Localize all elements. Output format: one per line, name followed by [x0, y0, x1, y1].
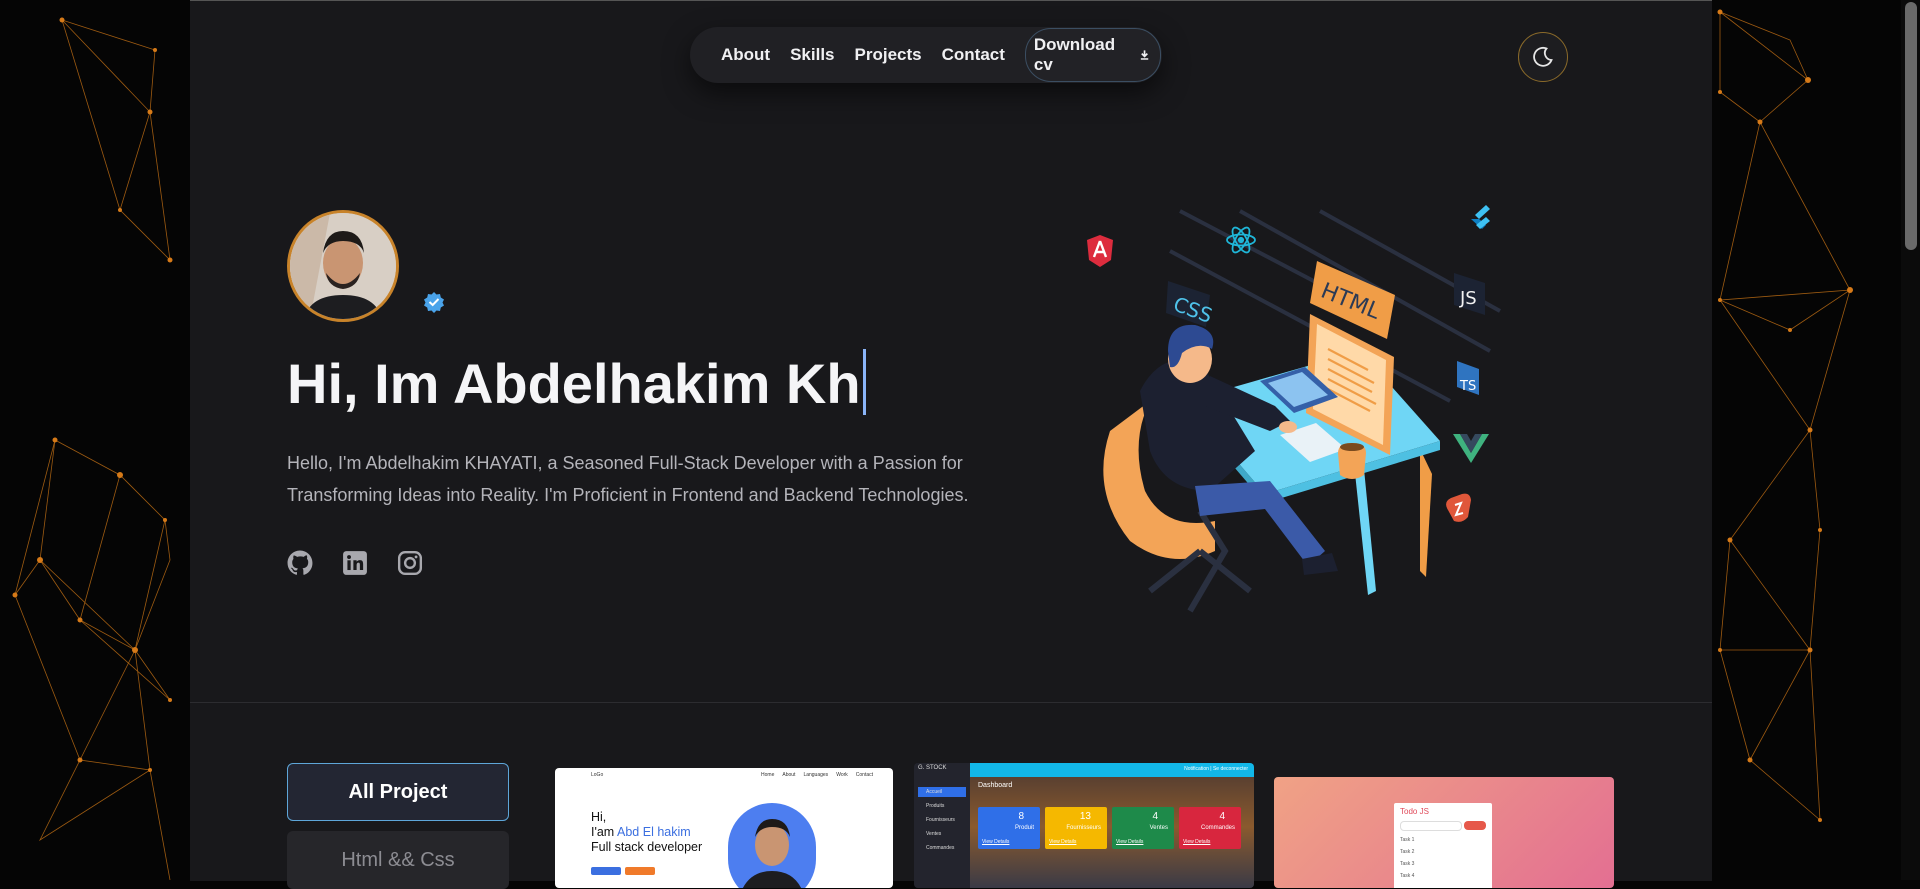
top-navigation: About Skills Projects Contact Download c…	[690, 27, 1162, 83]
tile-label: Commandes	[1200, 825, 1235, 831]
network-decoration-right	[1717, 9, 1853, 822]
hero-title: Hi, Im Abdelhakim Kh	[287, 349, 866, 416]
card2-menu-produits: Produits	[926, 803, 945, 809]
social-links	[287, 550, 423, 576]
js-badge: JS	[1454, 273, 1485, 315]
portfolio-page: About Skills Projects Contact Download c…	[190, 0, 1712, 889]
filter-all-project[interactable]: All Project	[287, 763, 509, 821]
card1-nav-contact: Contact	[855, 772, 873, 778]
card1-nav-work: Work	[836, 772, 848, 778]
card3-add-button	[1464, 821, 1486, 830]
card2-topbar: Notification | Se deconnecter	[970, 763, 1254, 777]
card2-menu-fournisseurs: Fournisseurs	[926, 817, 955, 823]
nav-link-skills[interactable]: Skills	[790, 45, 834, 65]
scrollbar-thumb[interactable]	[1905, 2, 1917, 250]
tile-value: 8	[1018, 811, 1024, 822]
card1-logo: LoGo	[591, 772, 604, 778]
avatar	[287, 210, 399, 322]
card2-brand: G. STOCK	[918, 765, 947, 771]
github-icon[interactable]	[287, 550, 313, 576]
card3-todo-panel: Todo JS Task 1 Task 2 Task 3 Task 4	[1394, 803, 1492, 888]
card1-line2-prefix: I'am	[591, 825, 618, 839]
card2-tile-produit: 8 Produit View Details	[978, 807, 1040, 849]
card2-sidebar: G. STOCK Accueil Produits Fournisseurs V…	[914, 763, 970, 888]
tile-label: Produit	[1014, 825, 1034, 831]
download-icon	[1140, 50, 1149, 60]
angular-icon	[1087, 235, 1113, 267]
ts-label: TS	[1459, 379, 1476, 394]
project-filters: All Project Html && Css	[287, 763, 509, 889]
nav-link-about[interactable]: About	[721, 45, 770, 65]
card3-input	[1400, 821, 1462, 831]
network-decoration-left	[12, 17, 173, 880]
tile-value: 4	[1152, 811, 1158, 822]
card2-menu-ventes: Ventes	[926, 831, 942, 837]
svelte-icon	[1446, 493, 1471, 522]
card3-task-2: Task 2	[1400, 849, 1415, 855]
card1-button-secondary	[625, 867, 655, 875]
tile-link: View Details	[1183, 839, 1211, 845]
section-divider	[190, 702, 1712, 703]
card1-nav-about: About	[782, 772, 796, 778]
developer-illustration: CSS HTML JS TS	[1087, 205, 1501, 613]
card1-nav: LoGo Home About Languages Work Contact	[591, 772, 873, 780]
page-scrollbar[interactable]	[1901, 0, 1920, 880]
card2-main: Dashboard 8 Produit View Details 13 Four…	[970, 777, 1254, 888]
moon-icon	[1533, 46, 1553, 67]
flutter-icon	[1471, 205, 1490, 229]
typescript-badge: TS	[1457, 361, 1479, 395]
nav-link-projects[interactable]: Projects	[855, 45, 922, 65]
hero-description: Hello, I'm Abdelhakim KHAYATI, a Seasone…	[287, 453, 969, 505]
download-cv-label: Download cv	[1033, 35, 1116, 74]
card1-nav-home: Home	[761, 772, 775, 778]
avatar-portrait	[290, 213, 396, 319]
card1-nav-languages: Languages	[803, 772, 829, 778]
card2-menu-accueil: Accueil	[918, 787, 966, 797]
instagram-icon[interactable]	[397, 550, 423, 576]
filter-html-css[interactable]: Html && Css	[287, 831, 509, 889]
card3-task-3: Task 3	[1400, 861, 1415, 867]
tile-label: Fournisseurs	[1066, 825, 1101, 831]
card2-tile-fournisseurs: 13 Fournisseurs View Details	[1045, 807, 1107, 849]
card2-heading: Dashboard	[978, 782, 1013, 789]
project-card-stock-dashboard[interactable]: G. STOCK Accueil Produits Fournisseurs V…	[914, 763, 1254, 888]
css-badge: CSS	[1166, 281, 1215, 328]
nav-link-contact[interactable]: Contact	[942, 45, 1005, 65]
card1-line1: Hi,	[591, 810, 607, 824]
js-label: JS	[1459, 288, 1477, 309]
card2-menu-commandes: Commandes	[926, 845, 955, 851]
tile-link: View Details	[1049, 839, 1077, 845]
tile-value: 13	[1079, 811, 1091, 822]
card3-task-4: Task 4	[1400, 873, 1415, 879]
card2-tile-ventes: 4 Ventes View Details	[1112, 807, 1174, 849]
verified-badge-icon	[424, 292, 444, 313]
download-cv-button[interactable]: Download cv	[1024, 28, 1161, 82]
tile-value: 4	[1219, 811, 1225, 822]
card1-line3: Full stack developer	[591, 840, 703, 854]
card1-portrait	[728, 803, 816, 888]
card1-line2-name: Abd El hakim	[617, 825, 691, 839]
card1-button-primary	[591, 867, 621, 875]
card3-task-1: Task 1	[1400, 837, 1415, 843]
tile-link: View Details	[1116, 839, 1144, 845]
theme-toggle-button[interactable]	[1518, 32, 1568, 82]
project-card-todo[interactable]: Todo JS Task 1 Task 2 Task 3 Task 4	[1274, 777, 1614, 888]
typing-cursor	[862, 349, 866, 415]
card3-title: Todo JS	[1400, 807, 1429, 816]
project-card-portfolio[interactable]: LoGo Home About Languages Work Contact H…	[555, 768, 893, 888]
card2-tile-commandes: 4 Commandes View Details	[1179, 807, 1241, 849]
vue-icon	[1453, 434, 1489, 463]
card1-intro: Hi, I'am Abd El hakim Full stack develop…	[591, 810, 702, 855]
hero-title-text: Hi, Im Abdelhakim Kh	[287, 352, 861, 415]
tile-link: View Details	[982, 839, 1010, 845]
card2-topbar-actions: Notification | Se deconnecter	[1184, 766, 1248, 772]
linkedin-icon[interactable]	[342, 550, 368, 576]
tile-label: Ventes	[1149, 825, 1168, 831]
